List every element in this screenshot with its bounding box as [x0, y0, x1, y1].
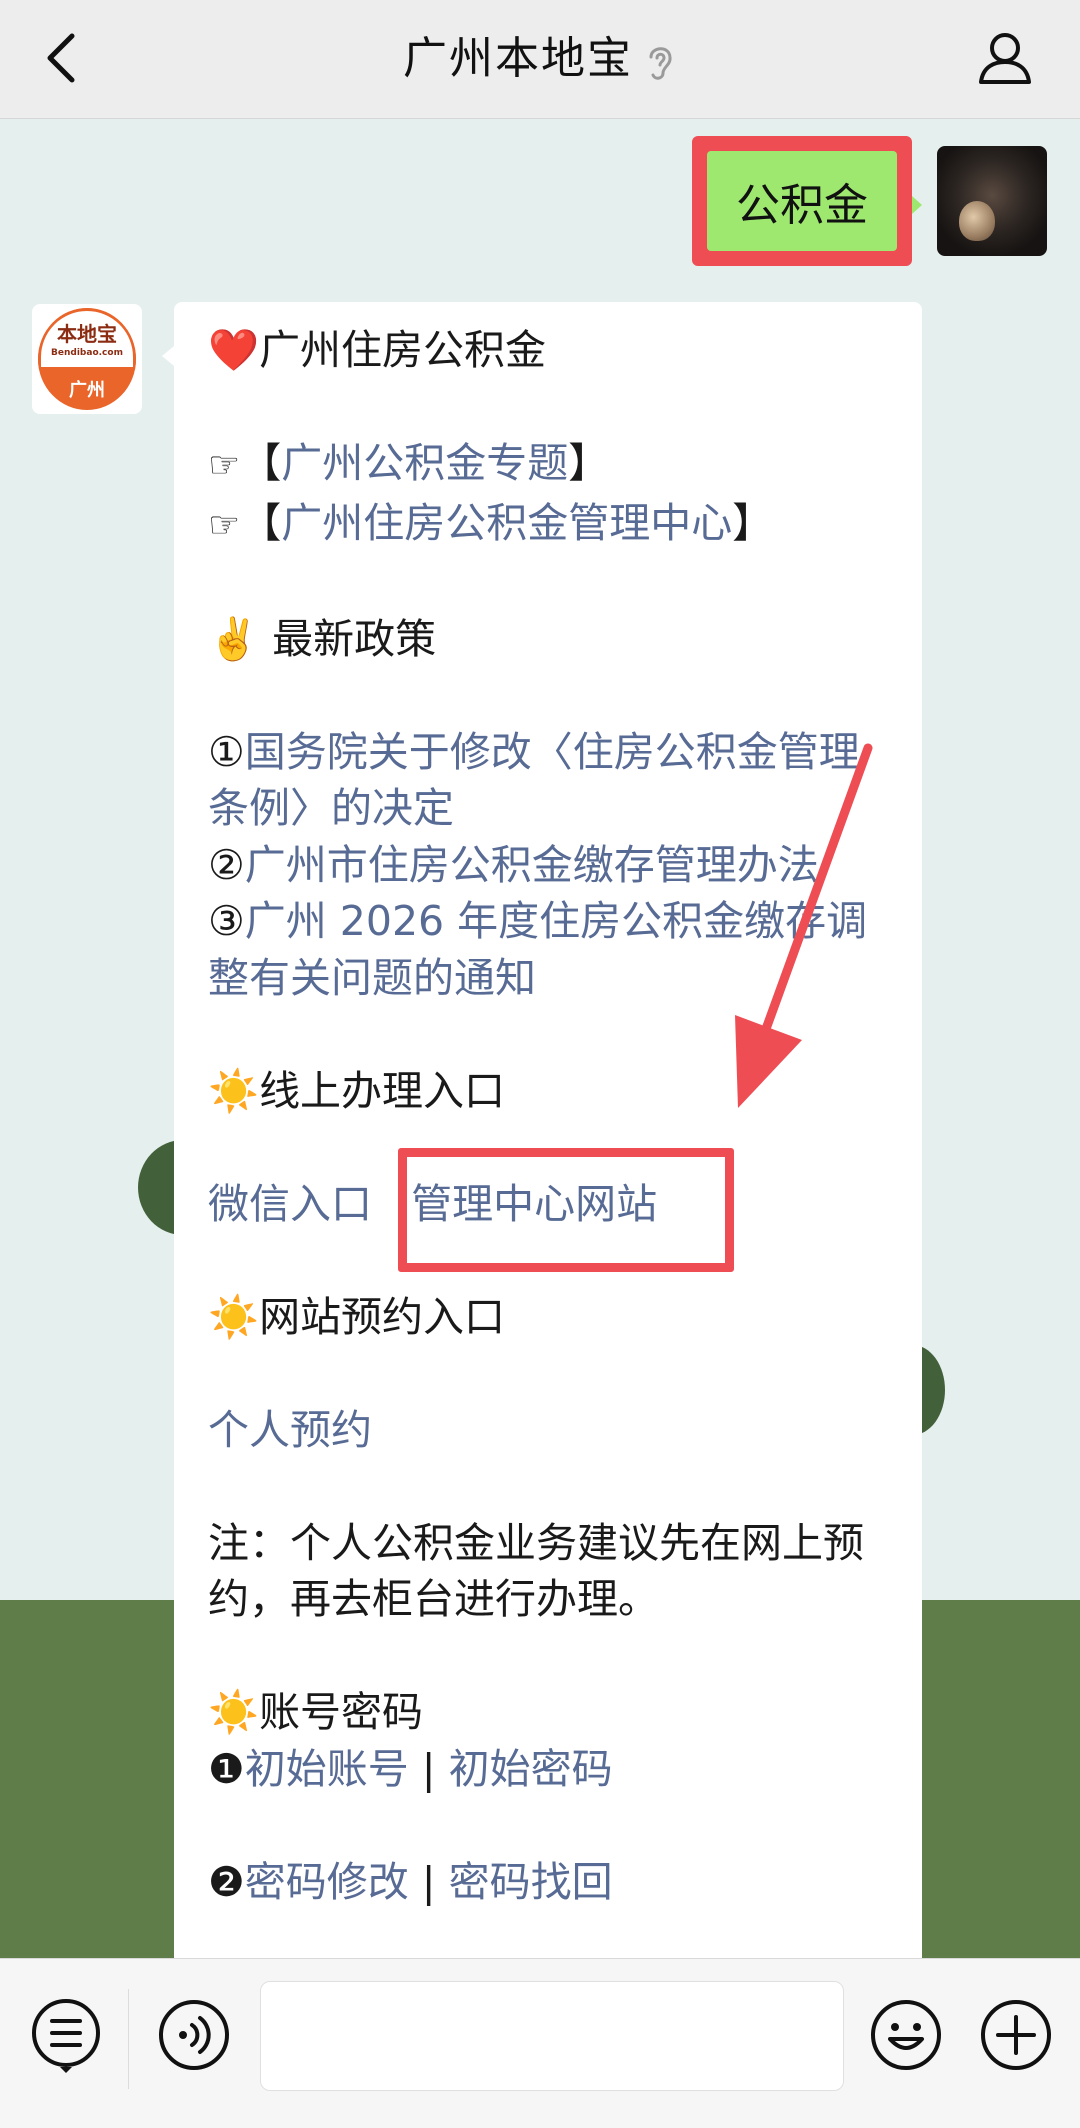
divider — [128, 1989, 129, 2089]
sent-message-text: 公积金 — [707, 151, 897, 251]
initial-account-link[interactable]: 初始账号 — [245, 1745, 409, 1793]
voice-icon[interactable] — [156, 1997, 232, 2073]
recover-password-link[interactable]: 密码找回 — [449, 1858, 613, 1906]
item-number: ③ — [208, 897, 245, 945]
logo-text: 本地宝 — [57, 322, 117, 346]
profile-icon[interactable] — [975, 28, 1035, 88]
personal-booking-link[interactable]: 个人预约 — [208, 1406, 372, 1454]
separator: | — [408, 1744, 449, 1793]
heart-icon: ❤️ — [208, 326, 260, 374]
victory-hand-icon: ✌️ — [208, 614, 260, 663]
pointing-hand-icon: ☞ — [208, 504, 241, 546]
highlight-box — [398, 1148, 734, 1272]
sun-icon: ☀️ — [208, 1066, 260, 1115]
policy-heading: 最新政策 — [272, 614, 437, 663]
sun-icon: ☀️ — [208, 1688, 260, 1736]
policy-link-3[interactable]: 广州 2026 年度住房公积金缴存调整有关问题的通知 — [208, 897, 867, 1002]
account-row: ❷密码修改 | 密码找回 — [208, 1854, 898, 1911]
bot-avatar[interactable]: 本地宝 Bendibao.com 广州 — [32, 304, 142, 414]
policy-item: ③广州 2026 年度住房公积金缴存调整有关问题的通知 — [208, 893, 898, 1006]
logo-city: 广州 — [69, 380, 105, 401]
policy-item: ①国务院关于修改〈住房公积金管理条例〉的决定 — [208, 724, 898, 837]
item-number: ① — [208, 727, 245, 776]
title-text: 广州住房公积金 — [259, 326, 547, 374]
input-bar — [0, 1958, 1080, 2128]
policy-item: ②广州市住房公积金缴存管理办法 — [208, 837, 898, 894]
item-number: ② — [208, 840, 245, 889]
link-gjj-topic[interactable]: 广州公积金专题 — [281, 439, 568, 487]
booking-heading: 网站预约入口 — [259, 1292, 506, 1341]
bubble-tail — [162, 346, 174, 366]
separator: | — [408, 1857, 449, 1906]
user-avatar[interactable] — [937, 146, 1047, 256]
menu-icon[interactable] — [28, 1997, 104, 2073]
top-bar: 广州本地宝 — [0, 0, 1080, 119]
bendibao-logo: 本地宝 Bendibao.com 广州 — [38, 308, 136, 410]
bracket: 】 — [732, 498, 774, 547]
booking-row: 个人预约 — [208, 1402, 898, 1459]
initial-password-link[interactable]: 初始密码 — [449, 1745, 613, 1793]
account-row: ❶初始账号 | 初始密码 — [208, 1741, 898, 1798]
link-row: ☞【广州住房公积金管理中心】 — [208, 495, 898, 555]
link-row: ☞【广州公积金专题】 — [208, 435, 898, 495]
message-content: ❤️广州住房公积金 ☞【广州公积金专题】 ☞【广州住房公积金管理中心】 ✌️ 最… — [208, 322, 898, 1910]
logo-subtext: Bendibao.com — [51, 348, 123, 358]
bracket: 【 — [240, 439, 282, 487]
policy-link-2[interactable]: 广州市住房公积金缴存管理办法 — [245, 841, 819, 889]
link-gjj-center[interactable]: 广州住房公积金管理中心 — [281, 499, 732, 547]
section-heading: ☀️账号密码 — [208, 1684, 898, 1741]
emoji-icon[interactable] — [868, 1997, 944, 2073]
item-number: ❷ — [208, 1857, 245, 1906]
section-heading: ✌️ 最新政策 — [208, 611, 898, 668]
item-number: ❶ — [208, 1744, 245, 1793]
ear-icon — [649, 47, 672, 80]
message-input[interactable] — [260, 1981, 844, 2091]
avatar-photo — [959, 201, 995, 241]
account-heading: 账号密码 — [259, 1688, 424, 1736]
policy-link-1[interactable]: 国务院关于修改〈住房公积金管理条例〉的决定 — [208, 728, 860, 833]
change-password-link[interactable]: 密码修改 — [245, 1858, 409, 1906]
bracket: 】 — [568, 439, 610, 487]
section-heading: ☀️网站预约入口 — [208, 1289, 898, 1346]
plus-icon[interactable] — [978, 1997, 1054, 2073]
sent-message-bubble[interactable]: 公积金 — [692, 136, 912, 266]
section-heading: ☀️线上办理入口 — [208, 1063, 898, 1120]
note-text: 注：个人公积金业务建议先在网上预约，再去柜台进行办理。 — [208, 1518, 864, 1624]
sun-icon: ☀️ — [208, 1292, 260, 1341]
message-title: ❤️广州住房公积金 — [208, 322, 898, 379]
pointing-hand-icon: ☞ — [208, 445, 241, 486]
chat-title: 广州本地宝 — [0, 28, 1080, 90]
online-heading: 线上办理入口 — [259, 1066, 506, 1115]
wechat-entry-link[interactable]: 微信入口 — [208, 1180, 372, 1228]
bracket: 【 — [240, 498, 282, 547]
chat-title-text: 广州本地宝 — [403, 33, 633, 84]
bubble-tail — [912, 196, 922, 214]
